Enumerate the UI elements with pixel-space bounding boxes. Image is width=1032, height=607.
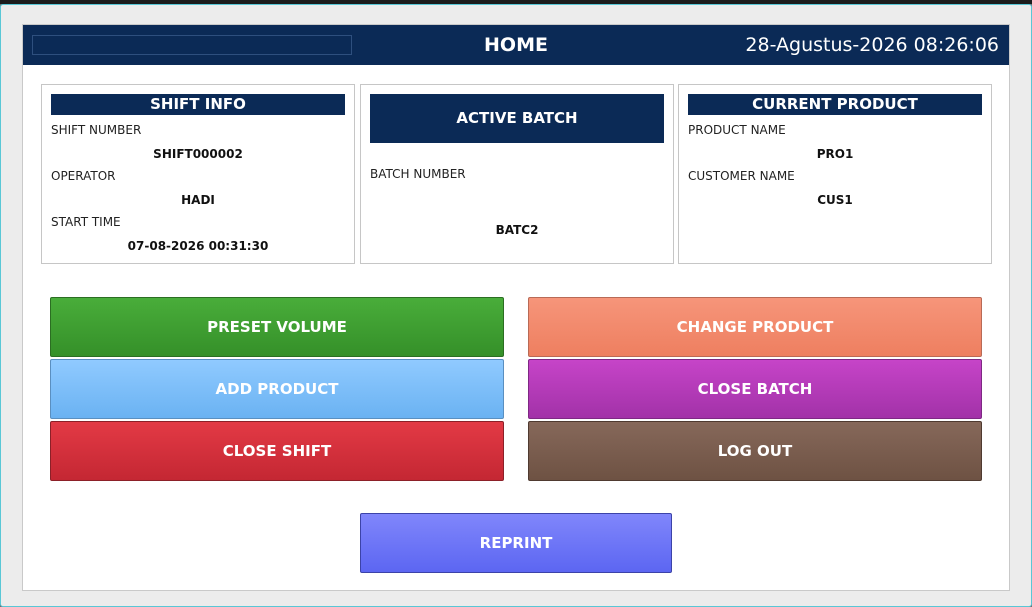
header-bar: HOME 28-Agustus-2026 08:26:06 [23,25,1009,65]
shift-info-card: SHIFT INFO SHIFT NUMBER SHIFT000002 OPER… [41,84,355,264]
shift-number-value: SHIFT000002 [153,147,243,161]
home-screen: HOME 28-Agustus-2026 08:26:06 SHIFT INFO… [22,24,1010,591]
datetime-display: 28-Agustus-2026 08:26:06 [745,34,999,56]
close-shift-button[interactable]: CLOSE SHIFT [50,421,504,481]
current-product-title: CURRENT PRODUCT [688,94,982,115]
preset-volume-button[interactable]: PRESET VOLUME [50,297,504,357]
batch-number-value: BATC2 [495,223,539,237]
product-name-label: PRODUCT NAME [688,123,786,137]
log-out-button[interactable]: LOG OUT [528,421,982,481]
add-product-button[interactable]: ADD PRODUCT [50,359,504,419]
active-batch-card: ACTIVE BATCH BATCH NUMBER BATC2 [360,84,674,264]
product-name-value: PRO1 [816,147,854,161]
reprint-button[interactable]: REPRINT [360,513,672,573]
change-product-button[interactable]: CHANGE PRODUCT [528,297,982,357]
start-time-value: 07-08-2026 00:31:30 [127,239,269,253]
current-product-card: CURRENT PRODUCT PRODUCT NAME PRO1 CUSTOM… [678,84,992,264]
shift-number-label: SHIFT NUMBER [51,123,142,137]
customer-name-label: CUSTOMER NAME [688,169,795,183]
operator-value: HADI [181,193,215,207]
start-time-label: START TIME [51,215,121,229]
shift-info-title: SHIFT INFO [51,94,345,115]
app-window: HOME 28-Agustus-2026 08:26:06 SHIFT INFO… [0,4,1032,607]
batch-number-label: BATCH NUMBER [370,167,466,181]
close-batch-button[interactable]: CLOSE BATCH [528,359,982,419]
operator-label: OPERATOR [51,169,116,183]
customer-name-value: CUS1 [817,193,853,207]
active-batch-title: ACTIVE BATCH [370,94,664,143]
